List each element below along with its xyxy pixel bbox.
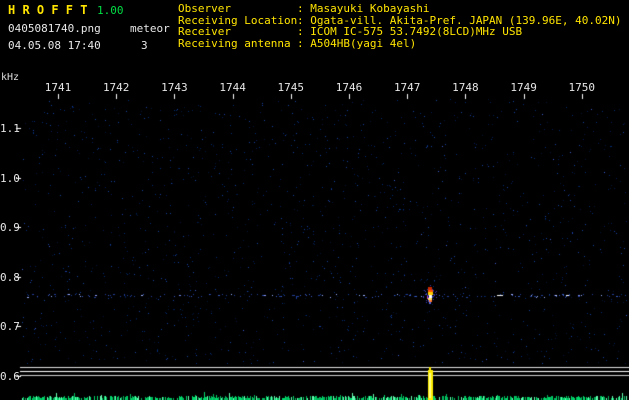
hrofft-screen: H R O F F T 1.00 0405081740.png meteor 0… xyxy=(0,0,629,400)
station-info-block: Observer: Masayuki Kobayashi Receiving Lo… xyxy=(178,3,622,49)
station-info-line: Receiving antenna: A504HB(yagi 4el) xyxy=(178,36,622,50)
y-axis-unit-label: kHz xyxy=(1,72,20,83)
time-tick-label: 1743 xyxy=(161,81,188,94)
time-tick-label: 1749 xyxy=(510,81,537,94)
freq-tick-label: 0.8 xyxy=(0,270,20,284)
output-filename: 0405081740.png xyxy=(8,22,101,35)
station-info-label: Receiving antenna xyxy=(178,36,291,50)
time-tick-label: 1744 xyxy=(219,81,246,94)
observation-datetime: 04.05.08 17:40 xyxy=(8,39,101,52)
time-tick-label: 1745 xyxy=(277,81,305,94)
freq-tick-label: 1.0 xyxy=(0,171,20,185)
app-title: H R O F F T xyxy=(8,3,88,17)
freq-tick-label: 0.9 xyxy=(0,221,20,235)
freq-tick-label: 0.6 xyxy=(0,370,20,383)
station-info-label: Observer xyxy=(178,2,231,15)
time-tick-label: 1741 xyxy=(44,81,72,94)
time-tick-label: 1742 xyxy=(102,81,130,94)
time-tick-label: 1747 xyxy=(393,81,421,94)
colon-separator: : xyxy=(297,36,311,50)
mode-label: meteor xyxy=(130,22,170,35)
spectrogram-canvas xyxy=(0,0,629,400)
station-info-value: A504HB(yagi 4el) xyxy=(310,36,417,50)
meteor-count: 3 xyxy=(141,39,148,52)
time-tick-label: 1746 xyxy=(335,81,363,94)
time-tick-label: 1750 xyxy=(568,81,596,94)
freq-tick-label: 0.7 xyxy=(0,320,20,334)
freq-tick-label: 1.1 xyxy=(0,122,20,135)
station-info-label: Receiver xyxy=(178,25,231,38)
app-version: 1.00 xyxy=(97,4,124,17)
time-tick-label: 1748 xyxy=(452,81,479,94)
